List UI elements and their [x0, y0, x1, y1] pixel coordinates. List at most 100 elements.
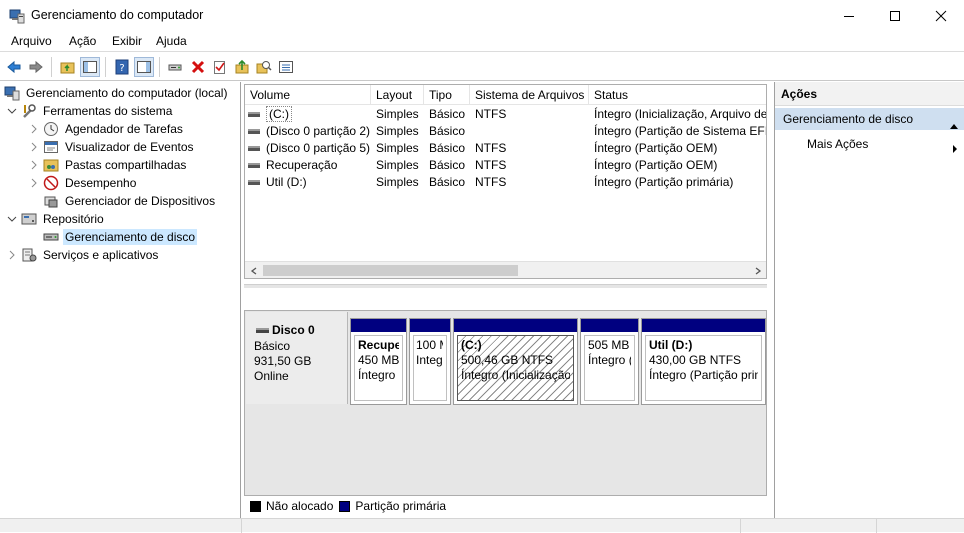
tree-root[interactable]: Gerenciamento do computador (local) [4, 84, 229, 102]
volume-filesystem: NTFS [475, 175, 507, 189]
properties-check-icon[interactable] [210, 57, 230, 77]
partition-oem[interactable]: 505 MB I Íntegro ( [580, 318, 639, 405]
column-header-type[interactable]: Tipo [424, 85, 470, 105]
legend: Não alocado Partição primária [244, 495, 767, 516]
submenu-right-icon [952, 140, 958, 160]
scroll-right-icon[interactable] [749, 262, 766, 278]
table-row[interactable]: Recuperação Simples Básico NTFS Íntegro … [245, 157, 766, 174]
volume-type: Básico [429, 175, 466, 189]
volume-icon [248, 180, 260, 186]
minimize-button[interactable] [826, 0, 872, 31]
partition-recovery[interactable]: Recupe 450 MB Íntegro ( [350, 318, 407, 405]
tree-storage[interactable]: Repositório [6, 210, 106, 228]
computer-management-icon [9, 8, 25, 24]
delete-icon[interactable] [188, 57, 208, 77]
volume-filesystem: NTFS [475, 158, 507, 172]
chevron-right-icon[interactable] [28, 177, 40, 189]
tree-item-event-viewer[interactable]: Visualizador de Eventos [28, 138, 196, 156]
help-icon[interactable]: ? [112, 57, 132, 77]
show-hide-actions-icon[interactable] [134, 57, 154, 77]
maximize-button[interactable] [872, 0, 918, 31]
partition-size: 450 MB [358, 353, 399, 367]
table-row[interactable]: Util (D:) Simples Básico NTFS Íntegro (P… [245, 174, 766, 191]
list-view-icon[interactable] [276, 57, 296, 77]
disk-header[interactable]: Disco 0 Básico 931,50 GB Online [246, 312, 348, 404]
shared-folder-icon [43, 157, 59, 173]
show-hide-tree-icon[interactable] [80, 57, 100, 77]
partition-name: (C:) [461, 338, 482, 352]
partition-status: Íntegro (Inicialização, [461, 368, 570, 382]
scrollbar-thumb[interactable] [263, 265, 518, 276]
pane-splitter[interactable] [244, 284, 767, 288]
volume-layout: Simples [376, 124, 419, 138]
volume-name: (Disco 0 partição 2) [266, 124, 371, 138]
chevron-right-icon[interactable] [6, 249, 18, 261]
tree-item-performance[interactable]: Desempenho [28, 174, 138, 192]
volume-name: Recuperação [266, 158, 338, 172]
menu-exibir[interactable]: Exibir [112, 34, 142, 48]
chevron-down-icon[interactable] [6, 105, 18, 117]
clock-icon [43, 121, 59, 137]
toolbar: ? [0, 53, 964, 81]
partition-size: 505 MB I [588, 338, 631, 352]
volume-type: Básico [429, 107, 466, 121]
menu-bar: Arquivo Ação Exibir Ajuda [0, 31, 964, 52]
partition-name: Recupe [358, 338, 399, 352]
disk-management-pane: Volume Layout Tipo Sistema de Arquivos S… [242, 82, 773, 518]
partition-efi[interactable]: 100 M Integ [409, 318, 451, 405]
tree-item-device-manager[interactable]: Gerenciador de Dispositivos [43, 192, 217, 210]
close-button[interactable] [918, 0, 964, 31]
more-actions-label: Mais Ações [807, 137, 869, 151]
performance-icon [43, 175, 59, 191]
tree-item-disk-management[interactable]: Gerenciamento de disco [43, 228, 198, 246]
chevron-right-icon[interactable] [28, 159, 40, 171]
column-header-layout[interactable]: Layout [371, 85, 424, 105]
column-header-status[interactable]: Status [589, 85, 766, 105]
event-viewer-icon [43, 139, 59, 155]
volume-layout: Simples [376, 107, 419, 121]
horizontal-scrollbar[interactable] [245, 261, 766, 278]
column-header-volume[interactable]: Volume [245, 85, 371, 105]
actions-group-label: Gerenciamento de disco [783, 112, 914, 126]
chevron-right-icon[interactable] [28, 123, 40, 135]
volume-type: Básico [429, 141, 466, 155]
volume-status: Íntegro (Partição de Sistema EFI) [594, 124, 767, 138]
tree-item-task-scheduler[interactable]: Agendador de Tarefas [28, 120, 185, 138]
menu-acao[interactable]: Ação [69, 34, 96, 48]
up-arrow-folder-icon[interactable] [232, 57, 252, 77]
up-folder-icon[interactable] [58, 57, 78, 77]
partition-status: Integ [416, 353, 443, 367]
chevron-right-icon[interactable] [28, 141, 40, 153]
partition-size: 430,00 GB NTFS [649, 353, 742, 367]
disk-type: Básico [254, 339, 291, 353]
volume-table-header: Volume Layout Tipo Sistema de Arquivos S… [245, 85, 766, 105]
partition-size: 100 M [416, 338, 443, 352]
table-row[interactable]: (Disco 0 partição 5) Simples Básico NTFS… [245, 140, 766, 157]
search-folder-icon[interactable] [254, 57, 274, 77]
table-row[interactable]: (C:) Simples Básico NTFS Íntegro (Inicia… [245, 106, 766, 123]
partition-status: Íntegro ( [588, 353, 631, 367]
legend-unallocated-swatch [250, 500, 261, 512]
volume-icon [248, 146, 260, 152]
tree-item-shared-folders[interactable]: Pastas compartilhadas [28, 156, 188, 174]
volume-icon [248, 112, 260, 118]
menu-arquivo[interactable]: Arquivo [11, 34, 52, 48]
volume-layout: Simples [376, 175, 419, 189]
menu-ajuda[interactable]: Ajuda [156, 34, 187, 48]
legend-primary-label: Partição primária [355, 499, 447, 513]
column-header-filesystem[interactable]: Sistema de Arquivos [470, 85, 589, 105]
title-bar: Gerenciamento do computador [0, 0, 964, 31]
forward-icon[interactable] [26, 57, 46, 77]
more-actions-item[interactable]: Mais Ações [775, 134, 964, 154]
partition-c[interactable]: (C:) 500,46 GB NTFS Íntegro (Inicializaç… [453, 318, 578, 405]
tree-services[interactable]: Serviços e aplicativos [6, 246, 160, 264]
table-row[interactable]: (Disco 0 partição 2) Simples Básico Ínte… [245, 123, 766, 140]
back-icon[interactable] [4, 57, 24, 77]
actions-group-disk-management[interactable]: Gerenciamento de disco [775, 108, 964, 130]
connect-drive-icon[interactable] [166, 57, 186, 77]
chevron-down-icon[interactable] [6, 213, 18, 225]
disk-state: Online [254, 369, 289, 383]
partition-d[interactable]: Util (D:) 430,00 GB NTFS Íntegro (Partiç… [641, 318, 766, 405]
scroll-left-icon[interactable] [245, 262, 262, 278]
tree-system-tools[interactable]: Ferramentas do sistema [6, 102, 174, 120]
